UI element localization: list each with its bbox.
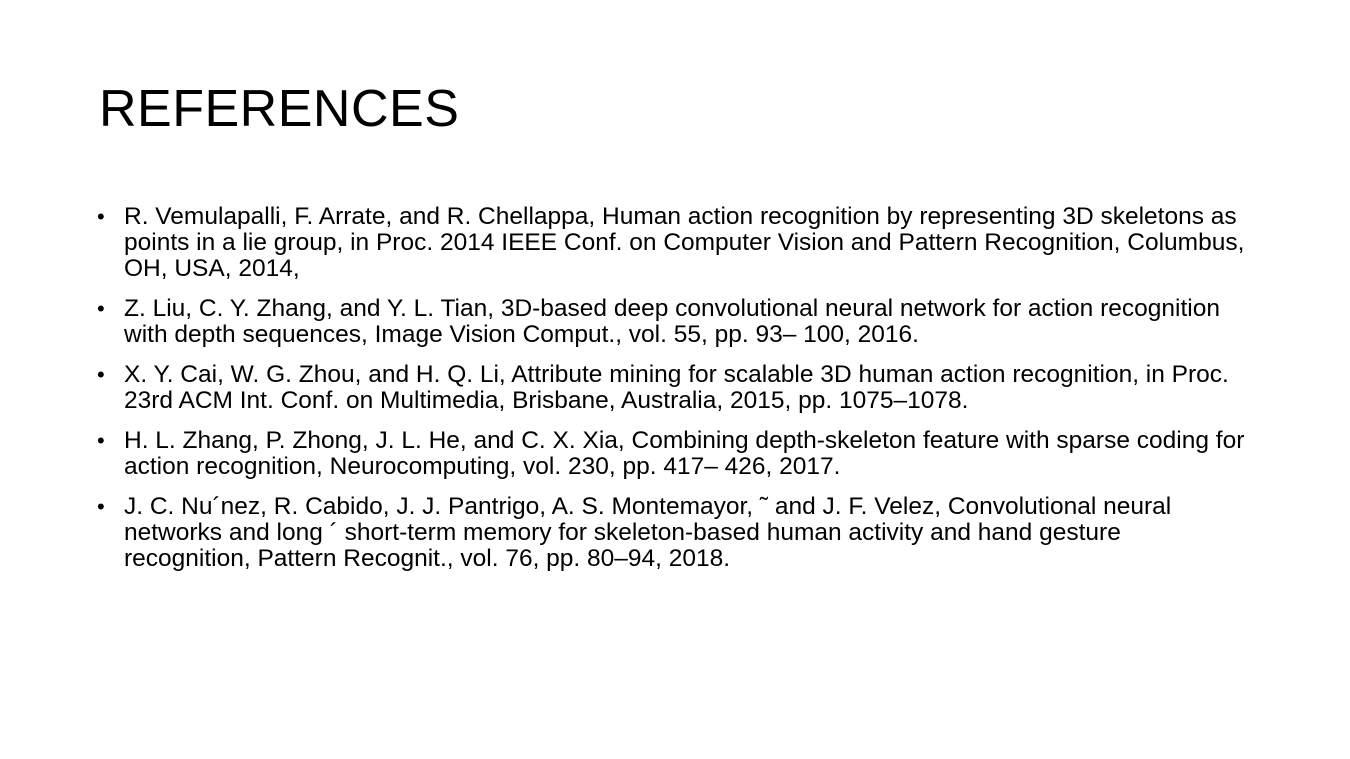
bullet-icon: •	[97, 296, 105, 321]
bullet-icon: •	[97, 428, 105, 453]
bullet-icon: •	[97, 204, 105, 229]
bullet-icon: •	[97, 494, 105, 519]
reference-item-2: • Z. Liu, C. Y. Zhang, and Y. L. Tian, 3…	[97, 296, 1247, 348]
slide: REFERENCES • R. Vemulapalli, F. Arrate, …	[0, 0, 1350, 759]
reference-item-3: • X. Y. Cai, W. G. Zhou, and H. Q. Li, A…	[97, 362, 1247, 414]
reference-list: • R. Vemulapalli, F. Arrate, and R. Chel…	[97, 204, 1247, 586]
reference-text: J. C. Nu´nez, R. Cabido, J. J. Pantrigo,…	[124, 493, 1172, 572]
reference-text: R. Vemulapalli, F. Arrate, and R. Chella…	[124, 203, 1245, 282]
reference-item-5: • J. C. Nu´nez, R. Cabido, J. J. Pantrig…	[97, 494, 1247, 572]
bullet-icon: •	[97, 362, 105, 387]
reference-item-4: • H. L. Zhang, P. Zhong, J. L. He, and C…	[97, 428, 1247, 480]
reference-text: X. Y. Cai, W. G. Zhou, and H. Q. Li, Att…	[124, 361, 1229, 414]
reference-text: Z. Liu, C. Y. Zhang, and Y. L. Tian, 3D-…	[124, 295, 1220, 348]
slide-title: REFERENCES	[99, 80, 460, 138]
reference-text: H. L. Zhang, P. Zhong, J. L. He, and C. …	[124, 427, 1245, 480]
reference-item-1: • R. Vemulapalli, F. Arrate, and R. Chel…	[97, 204, 1247, 282]
